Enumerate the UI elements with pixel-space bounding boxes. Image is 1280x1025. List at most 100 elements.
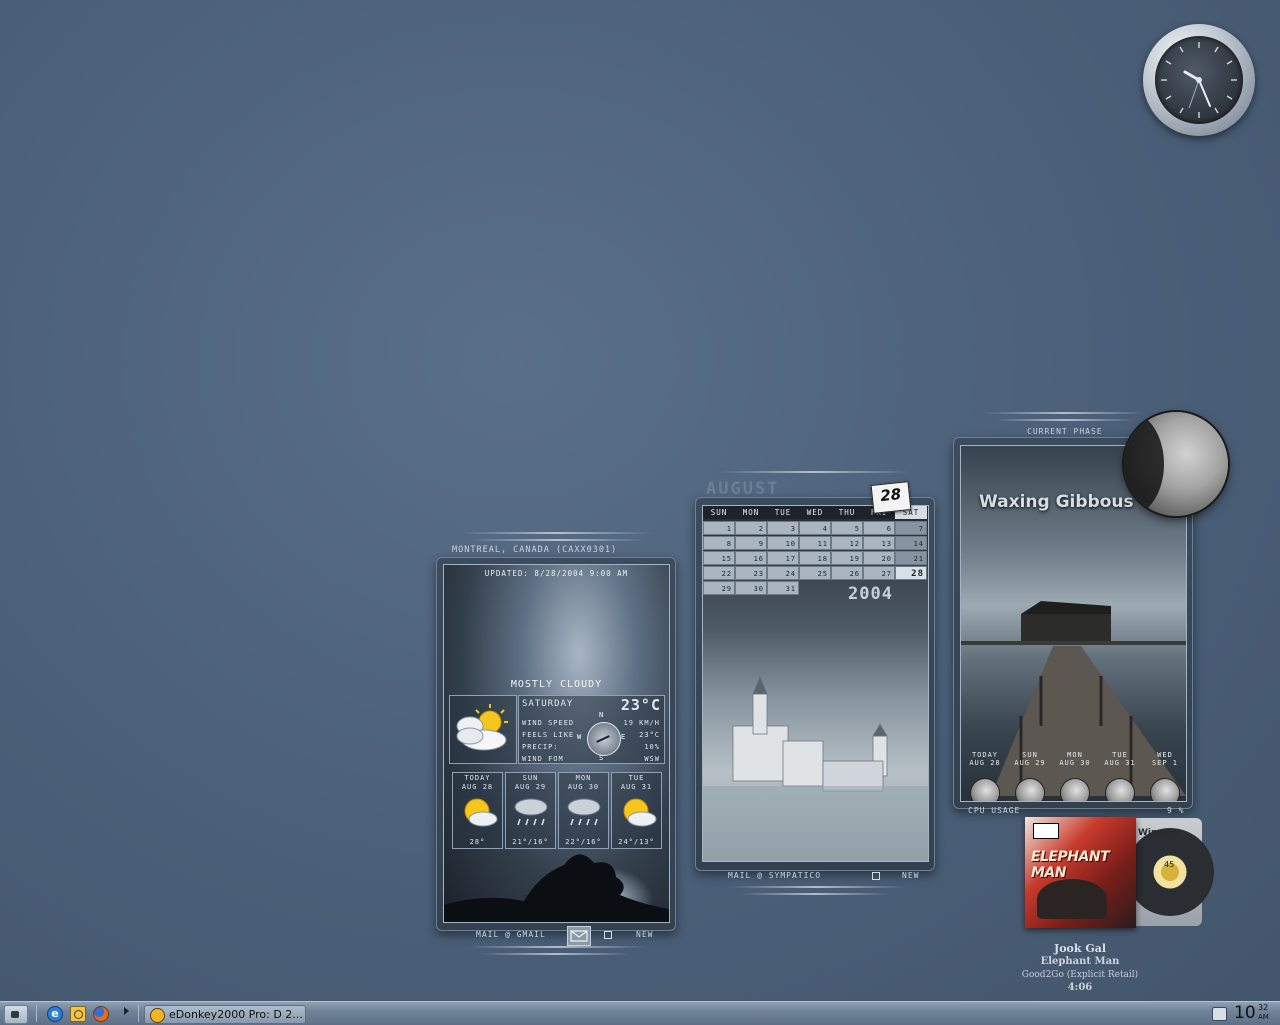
- taskbar-divider: [36, 1005, 37, 1022]
- rain-icon: [514, 798, 548, 826]
- calendar-month: AUGUST: [706, 479, 780, 499]
- forecast-day-1: SUN AUG 29 21°/16°: [505, 772, 556, 849]
- weather-widget: UPDATED: 8/28/2004 9:00 AM MOSTLY CLOUDY…: [436, 557, 676, 931]
- vinyl-disc-icon: [1126, 828, 1214, 916]
- calendar-weekday: MON: [735, 506, 767, 519]
- disc-label: 45: [1164, 860, 1175, 869]
- calendar-year: 2004: [848, 584, 893, 604]
- calendar-day[interactable]: 31: [767, 581, 799, 595]
- internet-explorer-icon[interactable]: e: [47, 1006, 63, 1022]
- calendar-day[interactable]: 9: [735, 536, 767, 550]
- calendar-rail-top: [720, 471, 910, 473]
- calendar-day[interactable]: 20: [863, 551, 895, 565]
- track-album: Good2Go (Explicit Retail): [1021, 970, 1139, 980]
- calendar-day[interactable]: 16: [735, 551, 767, 565]
- current-weather-box: [449, 695, 517, 764]
- calendar-day[interactable]: 26: [831, 566, 863, 580]
- weather-labels: WIND SPEED FEELS LIKE PRECIP: WIND FOM: [522, 719, 575, 763]
- album-art[interactable]: ELEPHANT MAN: [1025, 817, 1136, 928]
- sun-cloud-icon: [464, 798, 498, 827]
- track-artist: Elephant Man: [1040, 956, 1120, 967]
- weather-location: MONTREAL, CANADA (CAXX0301): [452, 545, 618, 555]
- taskbar-divider: [138, 1005, 139, 1022]
- calendar-day[interactable]: 12: [831, 536, 863, 550]
- calendar-day[interactable]: 11: [799, 536, 831, 550]
- calendar-day[interactable]: 18: [799, 551, 831, 565]
- calendar-day[interactable]: 4: [799, 521, 831, 535]
- calendar-day[interactable]: 22: [703, 566, 735, 580]
- quicklaunch-expand-icon[interactable]: [124, 1007, 129, 1015]
- calendar-mail-indicator-icon: [872, 872, 880, 880]
- calendar-day[interactable]: 23: [735, 566, 767, 580]
- parental-advisory-icon: [1033, 823, 1059, 839]
- moon-rail-top: [985, 412, 1145, 414]
- moon-forecast-day-3: TUE AUG 31: [1104, 751, 1136, 767]
- calendar-mail-link[interactable]: MAIL @ SYMPATICO: [728, 871, 821, 880]
- today-badge: 28: [870, 481, 912, 514]
- weather-day: SATURDAY: [522, 699, 574, 709]
- calendar-widget: SUNMONTUEWEDTHUFRISAT1234567891011121314…: [695, 497, 935, 871]
- calendar-day[interactable]: 30: [735, 581, 767, 595]
- start-button[interactable]: [4, 1005, 28, 1024]
- moon-icon: [1151, 779, 1179, 801]
- calendar-day[interactable]: 15: [703, 551, 735, 565]
- sun-cloud-icon: [456, 704, 508, 751]
- calendar-day[interactable]: 21: [895, 551, 927, 565]
- calendar-weekday: WED: [799, 506, 831, 519]
- forecast-day-2: MON AUG 30 22°/16°: [558, 772, 609, 849]
- calendar-day[interactable]: 25: [799, 566, 831, 580]
- calendar-rail-bottom: [730, 886, 905, 888]
- wind-compass-icon: [587, 722, 621, 756]
- compass-s: S: [599, 754, 605, 762]
- moon-icon: [1106, 779, 1134, 801]
- tray-clock-hour[interactable]: 10: [1234, 1003, 1256, 1023]
- calendar-rail-bottom-2: [740, 893, 890, 895]
- moon-phase: Waxing Gibbous: [979, 492, 1134, 512]
- calendar-day[interactable]: 8: [703, 536, 735, 550]
- calendar-day[interactable]: 14: [895, 536, 927, 550]
- weather-rail-top: [462, 532, 652, 534]
- weather-condition: MOSTLY CLOUDY: [510, 679, 603, 690]
- calendar-day[interactable]: 28: [895, 566, 927, 580]
- calendar-day[interactable]: 5: [831, 521, 863, 535]
- calendar-mail-new[interactable]: NEW: [902, 871, 919, 880]
- tray-icon[interactable]: [1212, 1007, 1227, 1021]
- forecast-day-0: TODAY AUG 28 28°: [452, 772, 503, 849]
- calendar-day[interactable]: 17: [767, 551, 799, 565]
- moon-forecast-day-4: WED SEP 1: [1151, 751, 1179, 767]
- tray-clock-min[interactable]: 32: [1258, 1003, 1268, 1012]
- weather-mail-indicator-icon: [604, 931, 612, 939]
- tray-clock-ampm: AM: [1258, 1013, 1269, 1021]
- compass-n: N: [599, 711, 605, 719]
- weather-mail-new[interactable]: NEW: [636, 930, 653, 939]
- sun-cloud-icon: [623, 798, 657, 827]
- calendar-day[interactable]: 2: [735, 521, 767, 535]
- weather-rail-bottom: [470, 946, 645, 948]
- mail-envelope-icon[interactable]: [567, 926, 591, 946]
- compass-w: W: [577, 733, 583, 741]
- cpu-label: CPU USAGE: [968, 806, 1021, 815]
- calendar-day[interactable]: 6: [863, 521, 895, 535]
- calendar-day[interactable]: 3: [767, 521, 799, 535]
- calendar-day[interactable]: 13: [863, 536, 895, 550]
- calendar-day[interactable]: 10: [767, 536, 799, 550]
- moon-forecast-day-2: MON AUG 30: [1059, 751, 1091, 767]
- firefox-icon[interactable]: [93, 1006, 109, 1022]
- calendar-day[interactable]: 27: [863, 566, 895, 580]
- calendar-day[interactable]: 24: [767, 566, 799, 580]
- clock-app-icon[interactable]: [70, 1006, 86, 1022]
- moon-forecast: TODAY AUG 28 SUN AUG 29 MON AUG 30 TUE AUG 3…: [961, 751, 1186, 801]
- moon-icon: [1016, 779, 1044, 801]
- weather-rail-bottom-2: [480, 953, 630, 955]
- calendar-day[interactable]: 29: [703, 581, 735, 595]
- weather-temp: 23°C: [620, 696, 661, 714]
- calendar-day[interactable]: 19: [831, 551, 863, 565]
- calendar-day[interactable]: 7: [895, 521, 927, 535]
- moon-header: CURRENT PHASE: [1027, 427, 1103, 436]
- calendar-day[interactable]: 1: [703, 521, 735, 535]
- forecast-day-3: TUE AUG 31 24°/13°: [611, 772, 662, 849]
- moon-icon: [1061, 779, 1089, 801]
- track-duration: 4:06: [1067, 982, 1093, 993]
- weather-mail-link[interactable]: MAIL @ GMAIL: [476, 930, 546, 939]
- task-edonkey[interactable]: eDonkey2000 Pro: D 2...: [144, 1005, 306, 1024]
